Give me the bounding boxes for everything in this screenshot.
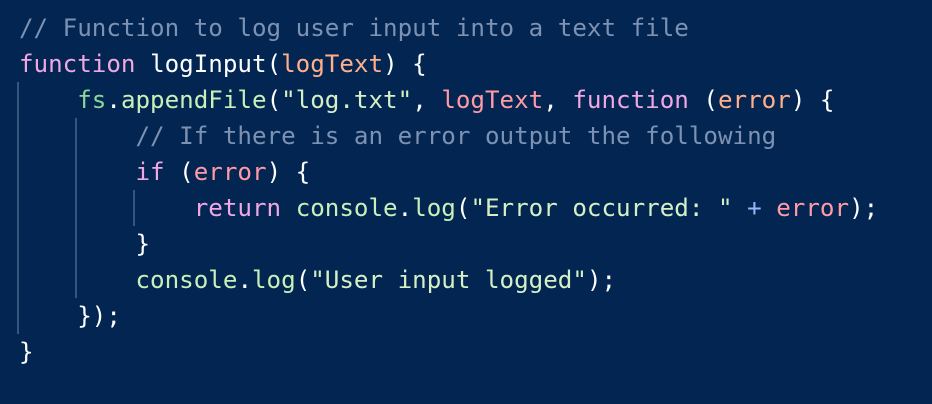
code-token-punct <box>762 194 777 222</box>
code-line: function logInput(logText) { <box>19 46 932 82</box>
code-token-method: appendFile <box>120 86 267 114</box>
code-token-punct: . <box>106 86 121 114</box>
code-block[interactable]: // Function to log user input into a tex… <box>19 10 932 370</box>
code-token-punct: } <box>19 230 151 258</box>
code-token-punct: ) { <box>790 86 835 114</box>
indent-guide <box>17 82 19 334</box>
code-line: // Function to log user input into a tex… <box>19 10 932 46</box>
code-token-punct: ); <box>586 266 617 294</box>
code-token-keyword: return <box>193 194 282 222</box>
code-token-string: "log.txt" <box>281 86 413 114</box>
code-token-operator: + <box>747 194 762 222</box>
code-token-punct: ( <box>295 266 311 294</box>
code-token-string: "Error occurred: " <box>470 194 733 222</box>
code-token-function-name: logInput <box>150 50 267 78</box>
code-token-keyword: function <box>19 50 136 78</box>
code-token-string: "User input logged" <box>310 266 587 294</box>
code-token-keyword: function <box>572 86 689 114</box>
code-token-punct: ( <box>164 158 194 186</box>
code-token-punct <box>136 50 151 78</box>
code-token-identifier: error <box>776 194 850 222</box>
code-token-punct: ) { <box>383 50 427 78</box>
code-token-punct: ) { <box>266 158 311 186</box>
code-line: } <box>19 226 932 262</box>
code-token-keyword: if <box>135 158 165 186</box>
code-token-method: log <box>252 266 296 294</box>
code-token-punct: . <box>397 194 413 222</box>
code-token-method: console <box>295 194 398 222</box>
code-token-punct: ); <box>849 194 879 222</box>
code-token-object: fs <box>77 86 107 114</box>
code-token-punct <box>281 194 296 222</box>
code-line: }); <box>19 298 932 334</box>
code-line: if (error) { <box>19 154 932 190</box>
code-token-punct: }); <box>19 302 121 330</box>
code-token-punct: , <box>412 86 442 114</box>
code-token-punct <box>19 122 136 150</box>
code-token-punct <box>19 86 77 114</box>
code-editor: // Function to log user input into a tex… <box>0 0 932 404</box>
code-token-punct: ( <box>455 194 471 222</box>
code-token-param: logText <box>281 50 384 78</box>
code-token-punct: , <box>543 86 573 114</box>
code-line: } <box>19 334 932 370</box>
code-token-param: error <box>718 86 791 114</box>
code-token-identifier: error <box>193 158 267 186</box>
code-token-comment: // If there is an error output the follo… <box>135 122 777 150</box>
code-line: fs.appendFile("log.txt", logText, functi… <box>19 82 932 118</box>
code-line: // If there is an error output the follo… <box>19 118 932 154</box>
code-token-punct <box>19 158 136 186</box>
code-token-comment: // Function to log user input into a tex… <box>19 14 689 42</box>
code-line: console.log("User input logged"); <box>19 262 932 298</box>
code-token-punct <box>733 194 748 222</box>
code-token-punct <box>19 266 136 294</box>
code-line: return console.log("Error occurred: " + … <box>19 190 932 226</box>
code-token-punct: ( <box>266 50 282 78</box>
code-token-method: console <box>135 266 238 294</box>
code-token-punct: ( <box>266 86 282 114</box>
code-token-punct: } <box>19 338 34 366</box>
indent-guide <box>133 190 135 226</box>
code-token-punct: . <box>237 266 252 294</box>
code-token-punct <box>19 194 194 222</box>
code-token-method: log <box>412 194 456 222</box>
code-token-identifier: logText <box>441 86 544 114</box>
indent-guide <box>75 118 77 298</box>
code-token-punct: ( <box>688 86 718 114</box>
